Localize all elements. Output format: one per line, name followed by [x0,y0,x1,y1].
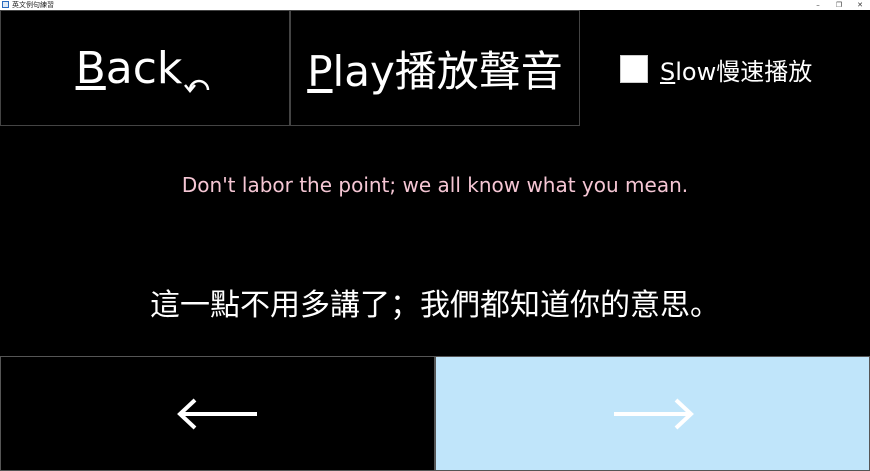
window-titlebar: 英文例句練習 – ❐ ✕ [0,0,870,10]
maximize-button[interactable]: ❐ [829,0,849,10]
slow-checkbox[interactable] [620,55,648,83]
right-arrow-icon [612,398,694,430]
slow-label: Slow慢速播放 [660,57,813,86]
back-button-label: Back [75,42,183,94]
next-button[interactable] [435,356,870,471]
minimize-button[interactable]: – [808,0,828,10]
english-sentence: Don't labor the point; we all know what … [181,173,689,197]
window-title: 英文例句練習 [12,1,54,9]
play-audio-button[interactable]: Play播放聲音 [290,10,580,126]
play-button-label: Play播放聲音 [307,46,563,96]
app-client-area: Back Play播放聲音 Slow慢速播放 Don't labor the p… [0,10,870,471]
app-icon [2,1,9,8]
chinese-translation: 這一點不用多講了；我們都知道你的意思。 [150,288,720,323]
previous-button[interactable] [0,356,435,471]
undo-arrow-icon [184,58,214,93]
left-arrow-icon [176,398,259,430]
close-button[interactable]: ✕ [850,0,870,10]
back-button[interactable]: Back [0,10,290,126]
slow-playback-toggle[interactable]: Slow慢速播放 [620,52,812,86]
